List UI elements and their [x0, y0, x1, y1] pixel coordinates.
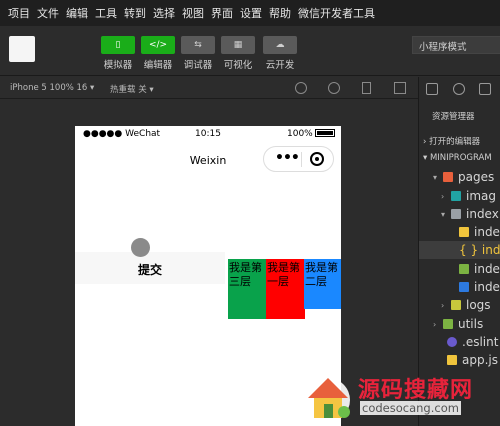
capsule-menu[interactable]: •••	[263, 146, 334, 172]
file-index-json[interactable]: { } inde	[419, 241, 500, 259]
folder-images[interactable]: › imag	[441, 187, 496, 205]
battery-icon	[314, 129, 335, 137]
source-control-icon[interactable]	[479, 83, 491, 95]
search-icon[interactable]	[453, 83, 465, 95]
hot-reload-select[interactable]: 热重载 关 ▾	[110, 83, 154, 95]
battery-percent: 100%	[287, 129, 313, 139]
folder-icon	[443, 319, 453, 329]
mode-select[interactable]: 小程序模式	[412, 36, 500, 54]
device-select[interactable]: iPhone 5 100% 16 ▾	[10, 83, 94, 93]
file-index-wxml[interactable]: inde	[459, 260, 500, 278]
files-icon[interactable]	[426, 83, 438, 95]
folder-pages[interactable]: ▾ pages	[433, 168, 494, 186]
menu-item-file[interactable]: 文件	[37, 5, 59, 21]
watermark: 源码搜藏网 codesocang.com	[300, 368, 500, 426]
menu-item-view[interactable]: 视图	[182, 5, 204, 21]
eslint-file-icon	[447, 337, 457, 347]
menu-item-interface[interactable]: 界面	[211, 5, 233, 21]
sidebar-icons	[419, 77, 500, 101]
cloud-icon: ☁	[263, 36, 297, 54]
folder-logs[interactable]: › logs	[441, 296, 491, 314]
cloud-dev-label: 云开发	[265, 60, 295, 71]
file-index-wxss[interactable]: inde	[459, 278, 500, 296]
css-file-icon	[459, 282, 469, 292]
carrier-signal: ●●●●● WeChat	[83, 129, 161, 139]
cloud-dev-button[interactable]: ☁ 云开发	[252, 36, 308, 71]
project-header[interactable]: ▾ MINIPROGRAM	[423, 153, 492, 163]
menu-item-goto[interactable]: 转到	[124, 5, 146, 21]
file-eslintrc[interactable]: .eslint	[447, 333, 498, 351]
status-bar: ●●●●● WeChat 10:15 100%	[75, 126, 341, 144]
capsule-divider	[301, 152, 302, 167]
watermark-title: 源码搜藏网	[358, 378, 474, 403]
menu-item-settings[interactable]: 设置	[240, 5, 262, 21]
menu-item-project[interactable]: 项目	[8, 5, 30, 21]
folder-utils[interactable]: › utils	[433, 315, 483, 333]
more-icon[interactable]: •••	[275, 150, 300, 166]
stop-icon[interactable]	[328, 82, 340, 94]
js-file-icon	[459, 227, 469, 237]
phone-icon[interactable]	[362, 82, 371, 94]
simulator-toolbar: iPhone 5 100% 16 ▾ 热重载 关 ▾	[0, 77, 418, 99]
wxml-file-icon	[459, 264, 469, 274]
menu-item-edit[interactable]: 编辑	[66, 5, 88, 21]
folder-icon	[443, 172, 453, 182]
open-editors-header[interactable]: › 打开的编辑器	[423, 135, 480, 147]
menu-item-select[interactable]: 选择	[153, 5, 175, 21]
toolbar: ▯ 模拟器 </> 编辑器 ⇆ 调试器 ▦ 可视化 ☁ 云开发 小程序模式	[0, 26, 500, 76]
menu-item-tools[interactable]: 工具	[95, 5, 117, 21]
layer-second: 我是第二层	[304, 259, 341, 309]
folder-icon	[451, 209, 461, 219]
menu-item-help[interactable]: 帮助	[269, 5, 291, 21]
folder-icon	[451, 300, 461, 310]
house-logo-icon	[306, 378, 350, 422]
layer-third: 我是第三层	[228, 259, 267, 319]
avatar[interactable]	[9, 36, 35, 62]
battery-status: 100%	[287, 129, 335, 139]
menu-item-wechat-devtools[interactable]: 微信开发者工具	[298, 5, 375, 21]
window-icon[interactable]	[394, 82, 406, 94]
file-app-js[interactable]: app.js	[447, 351, 498, 369]
menu-bar: 项目 文件 编辑 工具 转到 选择 视图 界面 设置 帮助 微信开发者工具	[0, 0, 500, 26]
touch-indicator	[131, 238, 150, 257]
submit-row: 提交	[75, 252, 225, 284]
submit-button[interactable]: 提交	[75, 252, 225, 284]
explorer-title: 资源管理器	[432, 112, 475, 122]
layer-first: 我是第一层	[266, 259, 305, 319]
layout-icon: ▦	[221, 36, 255, 54]
status-time: 10:15	[195, 129, 221, 139]
folder-index[interactable]: ▾ index	[441, 205, 499, 223]
close-target-icon[interactable]	[310, 152, 324, 166]
file-index-js[interactable]: inde	[459, 223, 500, 241]
folder-icon	[451, 191, 461, 201]
js-file-icon	[447, 355, 457, 365]
watermark-url: codesocang.com	[360, 401, 461, 415]
refresh-icon[interactable]	[295, 82, 307, 94]
